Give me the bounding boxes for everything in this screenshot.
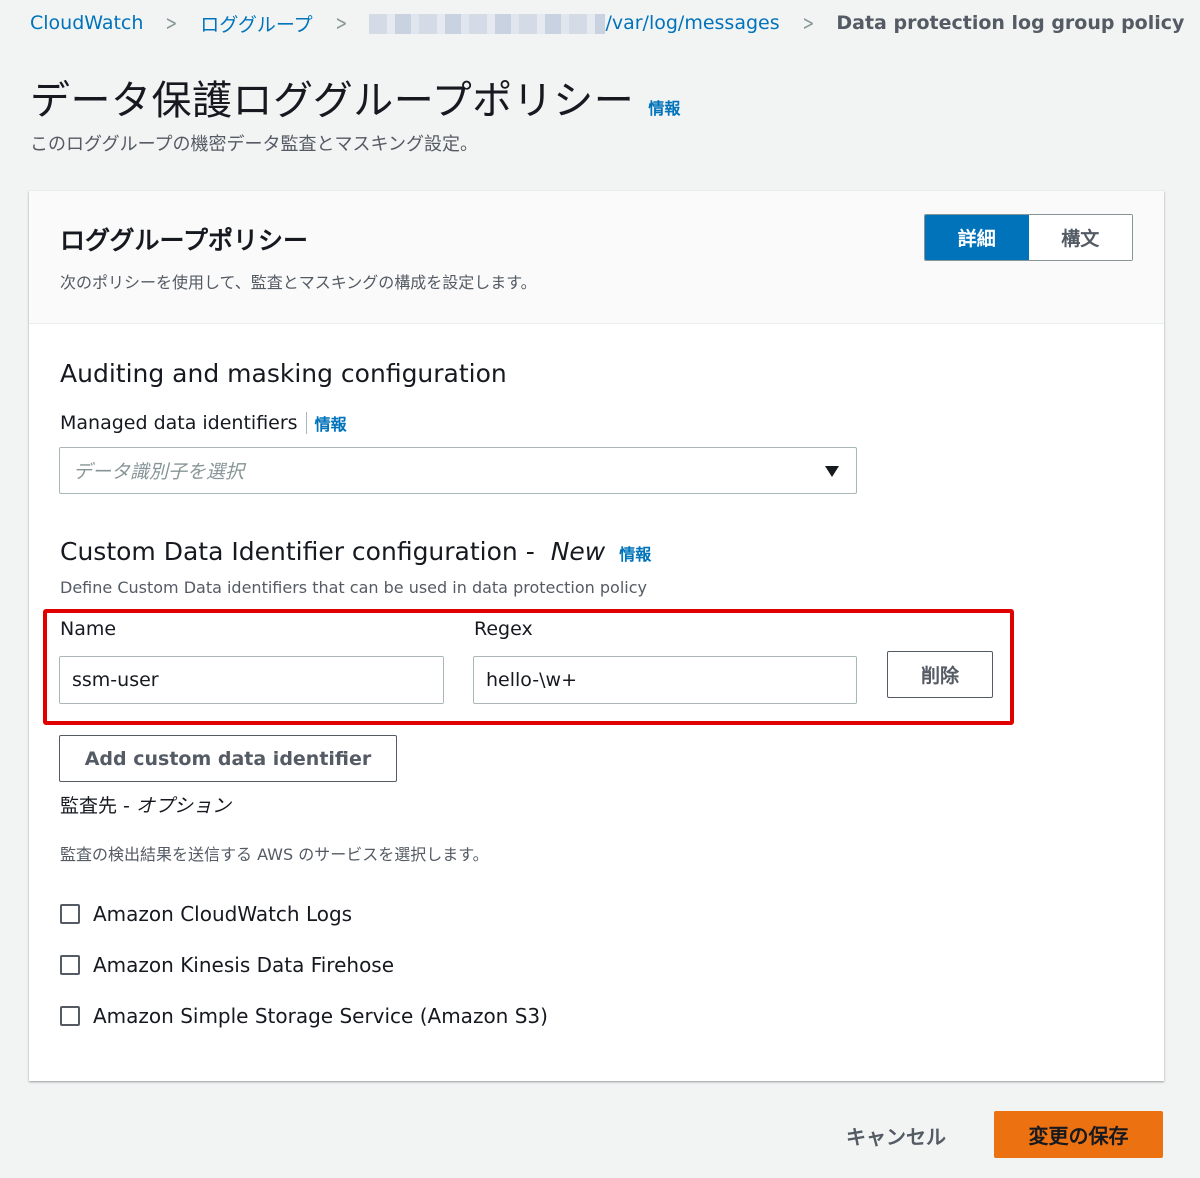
regex-label: Regex: [474, 618, 533, 640]
redacted-block: [369, 13, 606, 34]
new-tag: New: [550, 537, 606, 566]
breadcrumb-log-group-label[interactable]: /var/log/messages: [605, 12, 779, 34]
panel-title: ロググループポリシー: [60, 226, 309, 255]
panel-description: 次のポリシーを使用して、監査とマスキングの構成を設定します。: [60, 273, 537, 292]
chevron-right-icon: >: [335, 11, 347, 35]
checkbox-s3[interactable]: [60, 1006, 80, 1026]
page-title: データ保護ロググループポリシー: [30, 78, 635, 124]
option-label: Amazon Simple Storage Service (Amazon S3…: [93, 1004, 548, 1028]
name-label: Name: [60, 618, 117, 640]
managed-identifiers-info-link[interactable]: 情報: [315, 411, 347, 435]
chevron-right-icon: >: [165, 11, 178, 35]
managed-identifiers-label: Managed data identifiers 情報: [60, 411, 347, 435]
auditing-heading: Auditing and masking configuration: [60, 359, 507, 388]
page-description: このロググループの機密データ監査とマスキング設定。: [30, 134, 479, 155]
log-group-policy-panel: ロググループポリシー 次のポリシーを使用して、監査とマスキングの構成を設定します…: [29, 191, 1164, 1081]
audit-destination-label: 監査先 - オプション: [60, 791, 231, 818]
breadcrumb: CloudWatch > ロググループ > /var/log/messages …: [30, 10, 1184, 36]
panel-header: ロググループポリシー 次のポリシーを使用して、監査とマスキングの構成を設定します…: [29, 191, 1164, 324]
breadcrumb-current: Data protection log group policy: [836, 12, 1185, 34]
destination-option-cloudwatch[interactable]: Amazon CloudWatch Logs: [60, 902, 352, 926]
breadcrumb-cloudwatch[interactable]: CloudWatch: [30, 12, 143, 34]
breadcrumb-log-group[interactable]: /var/log/messages: [369, 12, 780, 34]
chevron-right-icon: >: [802, 11, 814, 35]
custom-identifier-heading: Custom Data Identifier configuration - N…: [60, 537, 651, 566]
page-info-link[interactable]: 情報: [648, 95, 680, 119]
page-header: データ保護ロググループポリシー 情報: [30, 68, 680, 126]
managed-identifiers-select[interactable]: データ識別子を選択: [59, 447, 857, 494]
select-placeholder: データ識別子を選択: [73, 461, 245, 483]
breadcrumb-log-groups[interactable]: ロググループ: [200, 10, 312, 37]
custom-identifier-description: Define Custom Data identifiers that can …: [60, 578, 647, 597]
option-label: Amazon CloudWatch Logs: [93, 902, 353, 926]
optional-tag: オプション: [135, 795, 231, 817]
tab-syntax[interactable]: 構文: [1028, 215, 1132, 260]
cancel-button[interactable]: キャンセル: [846, 1121, 946, 1150]
checkbox-cloudwatch-logs[interactable]: [60, 904, 80, 924]
caret-down-icon: [825, 466, 839, 477]
tab-details[interactable]: 詳細: [925, 215, 1029, 260]
custom-name-input[interactable]: ssm-user: [59, 656, 444, 704]
custom-identifier-info-link[interactable]: 情報: [619, 541, 651, 565]
custom-identifier-heading-text: Custom Data Identifier configuration -: [60, 537, 543, 566]
view-mode-toggle: 詳細 構文: [924, 214, 1133, 261]
custom-regex-input[interactable]: hello-\w+: [473, 656, 857, 704]
destination-option-s3[interactable]: Amazon Simple Storage Service (Amazon S3…: [60, 1004, 548, 1028]
option-label: Amazon Kinesis Data Firehose: [93, 953, 395, 977]
checkbox-kinesis-firehose[interactable]: [60, 955, 80, 975]
audit-destination-label-text: 監査先 -: [60, 795, 136, 817]
save-changes-button[interactable]: 変更の保存: [994, 1111, 1163, 1158]
destination-option-firehose[interactable]: Amazon Kinesis Data Firehose: [60, 953, 394, 977]
label-divider: [305, 412, 307, 434]
managed-identifiers-label-text: Managed data identifiers: [60, 412, 298, 434]
add-custom-identifier-button[interactable]: Add custom data identifier: [59, 735, 397, 782]
delete-button[interactable]: 削除: [887, 651, 993, 698]
audit-destination-description: 監査の検出結果を送信する AWS のサービスを選択します。: [60, 845, 489, 864]
